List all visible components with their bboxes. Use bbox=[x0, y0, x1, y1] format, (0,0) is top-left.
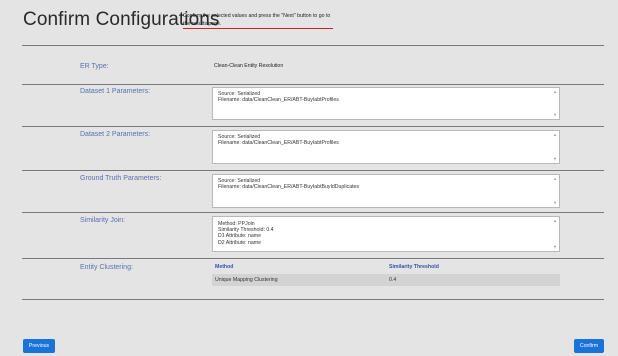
scroll-up-icon[interactable]: ▲ bbox=[553, 218, 557, 224]
scroll-up-icon[interactable]: ▲ bbox=[553, 132, 557, 138]
divider bbox=[22, 212, 604, 213]
dataset2-textarea[interactable]: Source: Serialized Filename: data/CleanC… bbox=[212, 130, 560, 164]
divider bbox=[22, 170, 604, 171]
confirm-button[interactable]: Confirm bbox=[574, 339, 604, 353]
table-header-method: Method bbox=[215, 264, 234, 270]
divider bbox=[22, 84, 604, 85]
dataset1-label: Dataset 1 Parameters: bbox=[80, 88, 151, 95]
dataset1-line: Filename: data/CleanClean_ER/ABT-BuyIabt… bbox=[218, 97, 339, 104]
instruction-underline bbox=[183, 28, 333, 29]
similarity-join-textarea[interactable]: Method: PPJoin Similarity Threshold: 0.4… bbox=[212, 216, 560, 252]
dataset1-textarea[interactable]: Source: Serialized Filename: data/CleanC… bbox=[212, 87, 560, 120]
divider bbox=[22, 258, 604, 259]
table-cell-threshold: 0.4 bbox=[389, 277, 397, 283]
divider bbox=[22, 45, 604, 46]
divider bbox=[22, 126, 604, 127]
scroll-down-icon[interactable]: ▼ bbox=[553, 112, 557, 118]
similarity-join-line: D2 Attribute: name bbox=[218, 239, 261, 246]
entity-clustering-label: Entity Clustering: bbox=[80, 264, 133, 271]
table-cell-method: Unique Mapping Clustering bbox=[215, 277, 278, 283]
er-type-label: ER Type: bbox=[80, 63, 109, 70]
similarity-join-label: Similarity Join: bbox=[80, 217, 126, 224]
ground-truth-label: Ground Truth Parameters: bbox=[80, 175, 162, 182]
ground-truth-line: Filename: data/CleanClean_ER/ABT-BuyIabt… bbox=[218, 184, 360, 191]
dataset2-label: Dataset 2 Parameters: bbox=[80, 131, 151, 138]
scroll-down-icon[interactable]: ▼ bbox=[553, 156, 557, 162]
ground-truth-textarea[interactable]: Source: Serialized Filename: data/CleanC… bbox=[212, 174, 560, 208]
table-header-threshold: Similarity Threshold bbox=[389, 264, 439, 270]
dataset2-line: Filename: data/CleanClean_ER/ABT-BuyIabt… bbox=[218, 140, 339, 147]
er-type-value: Clean-Clean Entity Resolution bbox=[214, 63, 284, 69]
instruction-text: Confirm the selected values and press th… bbox=[183, 13, 331, 27]
divider bbox=[22, 299, 604, 300]
table-row: Unique Mapping Clustering 0.4 bbox=[212, 274, 560, 286]
scroll-up-icon[interactable]: ▲ bbox=[553, 89, 557, 95]
scroll-up-icon[interactable]: ▲ bbox=[553, 176, 557, 182]
scroll-down-icon[interactable]: ▼ bbox=[553, 200, 557, 206]
previous-button[interactable]: Previous bbox=[23, 339, 55, 353]
scroll-down-icon[interactable]: ▼ bbox=[553, 244, 557, 250]
